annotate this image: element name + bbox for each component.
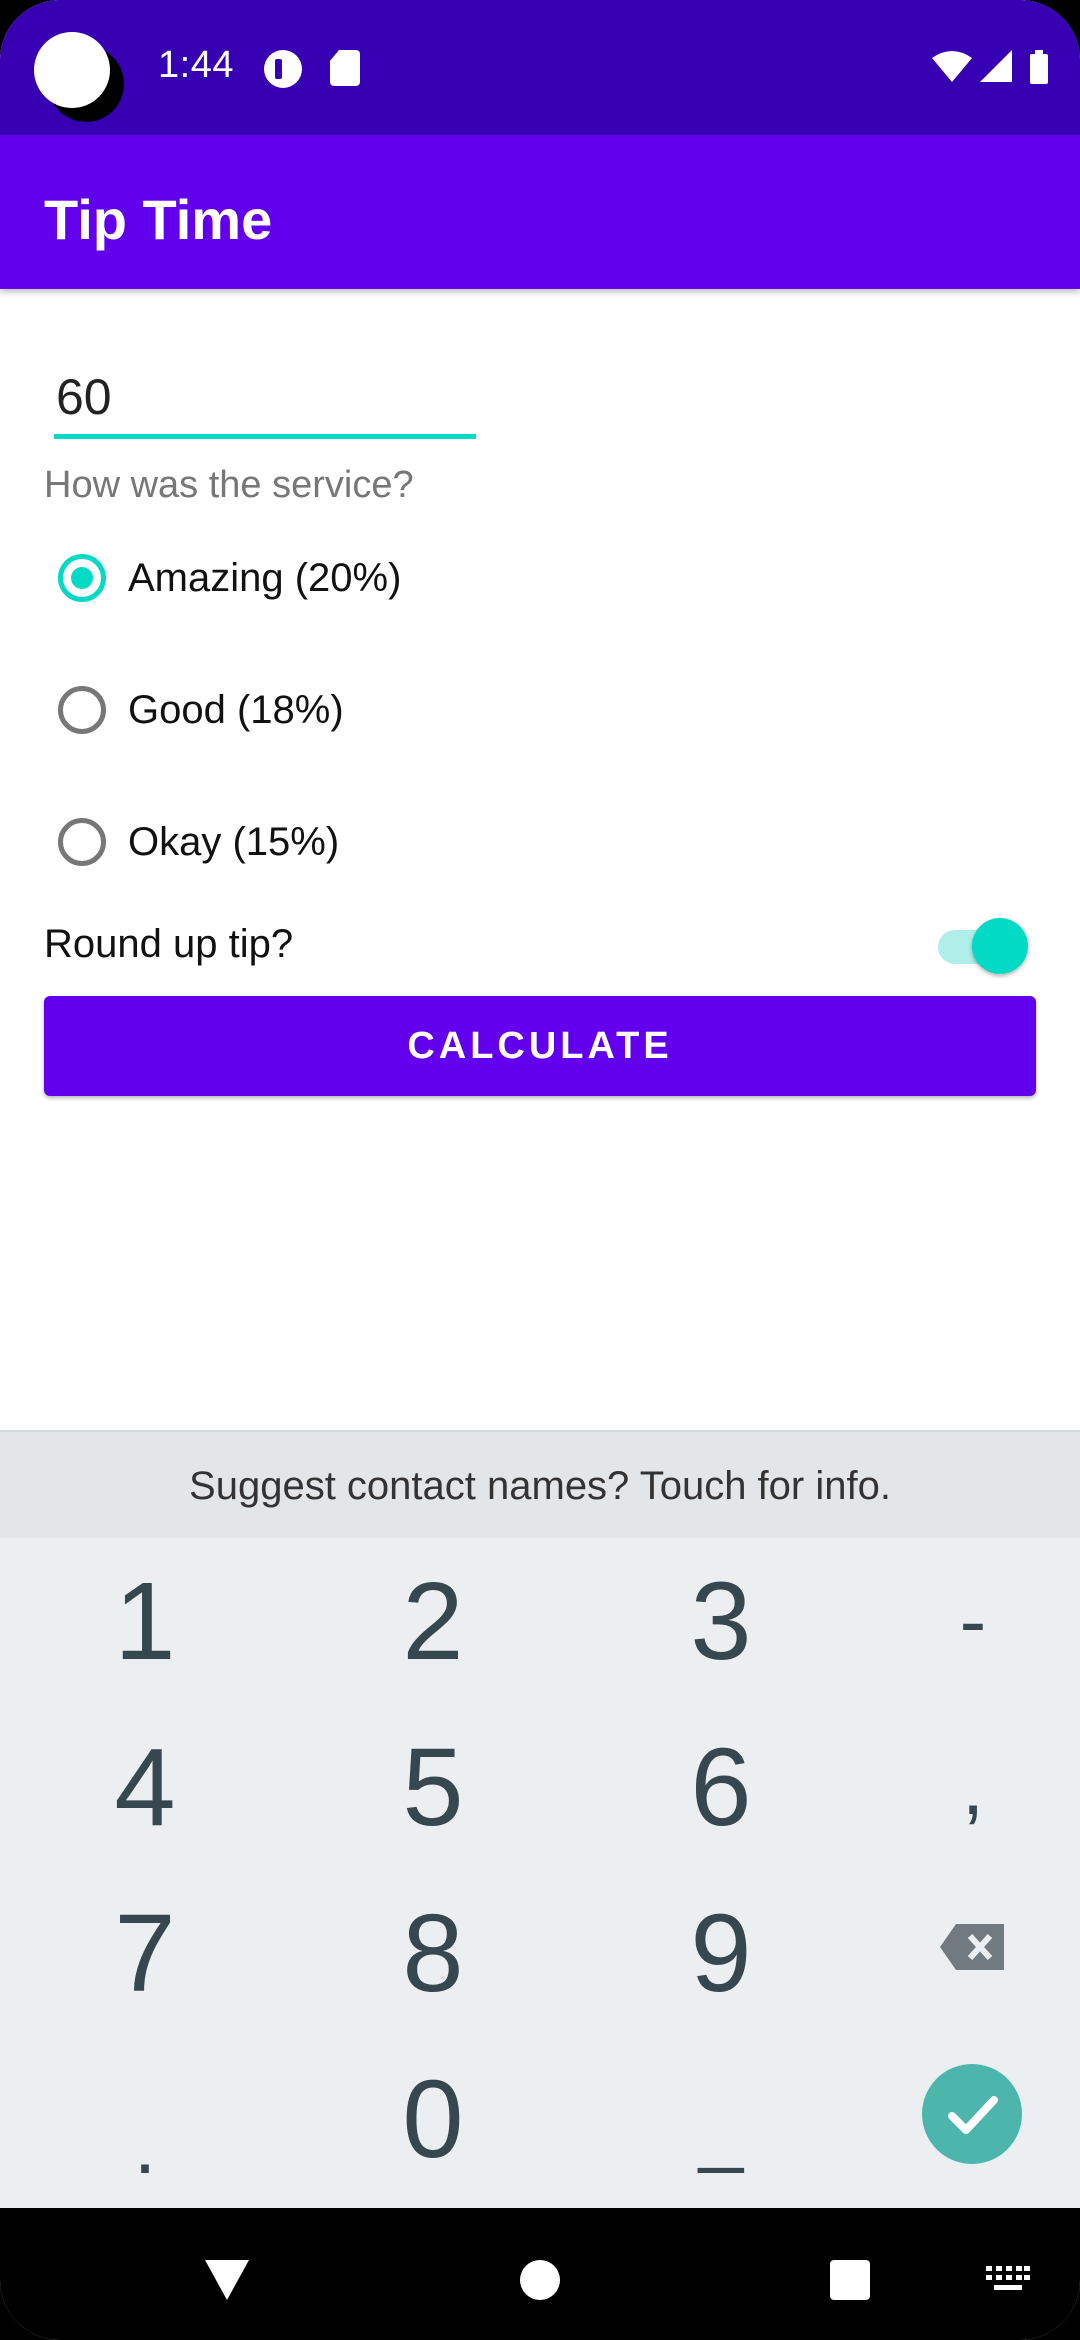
radio-button-icon[interactable] bbox=[58, 818, 106, 866]
keyboard-switch-icon[interactable] bbox=[986, 2266, 1030, 2294]
switch-thumb bbox=[972, 918, 1028, 974]
service-question-label: How was the service? bbox=[44, 464, 414, 506]
phone-screen: 1:44 Tip Time How was the service? bbox=[0, 0, 1080, 2340]
key-space[interactable]: _ bbox=[586, 2036, 856, 2202]
camera-cutout-icon bbox=[34, 32, 110, 108]
radio-label: Good (18%) bbox=[128, 687, 344, 732]
key-5[interactable]: 5 bbox=[298, 1704, 568, 1870]
enter-key[interactable] bbox=[922, 2064, 1022, 2164]
suggestion-text: Suggest contact names? Touch for info. bbox=[189, 1463, 891, 1508]
calculate-button[interactable]: CALCULATE bbox=[44, 996, 1036, 1096]
recents-icon[interactable] bbox=[830, 2260, 870, 2300]
key-8[interactable]: 8 bbox=[298, 1870, 568, 2036]
key-3[interactable]: 3 bbox=[586, 1538, 856, 1704]
app-title: Tip Time bbox=[44, 188, 273, 251]
cost-of-service-input[interactable] bbox=[54, 360, 476, 439]
key-minus[interactable]: - bbox=[838, 1538, 1080, 1704]
key-4[interactable]: 4 bbox=[10, 1704, 280, 1870]
navigation-bar bbox=[0, 2208, 1080, 2340]
signal-icon bbox=[980, 50, 1012, 82]
key-2[interactable]: 2 bbox=[298, 1538, 568, 1704]
key-9[interactable]: 9 bbox=[586, 1870, 856, 2036]
keyboard-suggestion-bar[interactable]: Suggest contact names? Touch for info. bbox=[0, 1430, 1080, 1540]
radio-button-selected-icon[interactable] bbox=[58, 554, 106, 602]
radio-button-icon[interactable] bbox=[58, 686, 106, 734]
back-icon[interactable] bbox=[205, 2260, 249, 2300]
status-right-icons bbox=[930, 46, 1060, 90]
key-7[interactable]: 7 bbox=[10, 1870, 280, 2036]
home-icon[interactable] bbox=[520, 2260, 560, 2300]
radio-amazing[interactable]: Amazing (20%) bbox=[58, 548, 401, 608]
backspace-icon[interactable] bbox=[938, 1922, 1006, 1972]
sd-card-icon bbox=[330, 50, 360, 86]
round-up-label: Round up tip? bbox=[44, 922, 294, 966]
status-bar: 1:44 bbox=[0, 0, 1080, 135]
radio-label: Amazing (20%) bbox=[128, 555, 402, 600]
status-time: 1:44 bbox=[158, 44, 234, 86]
key-6[interactable]: 6 bbox=[586, 1704, 856, 1870]
radio-good[interactable]: Good (18%) bbox=[58, 680, 344, 740]
radio-label: Okay (15%) bbox=[128, 819, 340, 864]
wifi-icon bbox=[932, 51, 972, 82]
key-1[interactable]: 1 bbox=[10, 1538, 280, 1704]
radio-okay[interactable]: Okay (15%) bbox=[58, 812, 339, 872]
checkmark-icon bbox=[948, 2096, 998, 2134]
round-up-switch[interactable] bbox=[938, 918, 1028, 974]
notification-app-icon bbox=[264, 50, 302, 88]
key-period[interactable]: . bbox=[10, 2036, 280, 2202]
app-bar: Tip Time bbox=[0, 135, 1080, 289]
key-0[interactable]: 0 bbox=[298, 2036, 568, 2202]
battery-icon bbox=[1030, 50, 1048, 84]
key-comma[interactable]: , bbox=[838, 1704, 1080, 1870]
